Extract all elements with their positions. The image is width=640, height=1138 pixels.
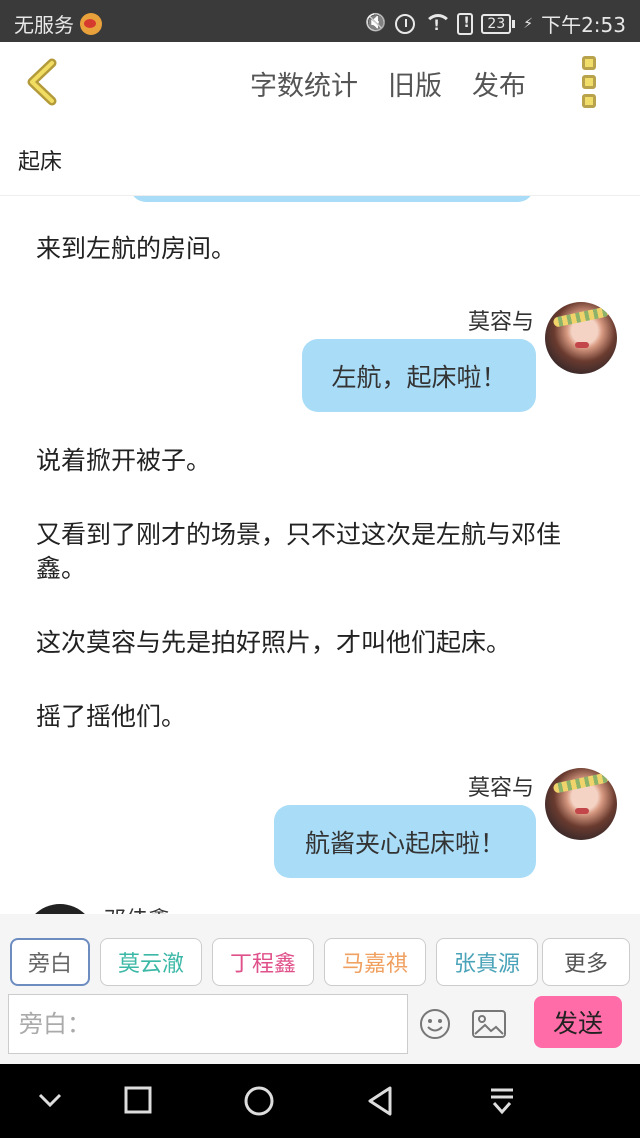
publish-button[interactable]: 发布 xyxy=(472,64,526,103)
back-chevron-icon[interactable] xyxy=(22,57,66,107)
narration-line: 又看到了刚才的场景，只不过这次是左航与邓佳鑫。 xyxy=(36,520,562,583)
image-icon[interactable] xyxy=(472,1010,506,1038)
system-nav-bar xyxy=(0,1064,640,1138)
battery-icon: 23 xyxy=(481,13,516,34)
more-roles-button[interactable]: 更多 xyxy=(542,938,630,986)
avatar[interactable] xyxy=(545,302,617,374)
word-count-button[interactable]: 字数统计 xyxy=(250,64,358,103)
mute-icon xyxy=(365,13,387,35)
speaker-name: 莫容与 xyxy=(468,776,535,801)
weibo-icon xyxy=(80,12,102,35)
battery-level: 23 xyxy=(481,13,512,34)
message-bubble-partial xyxy=(130,196,534,202)
status-bar: 无服务 23 ⚡ 下午2:53 xyxy=(0,0,640,42)
avatar[interactable] xyxy=(545,768,617,840)
sim-alert-icon xyxy=(457,12,474,35)
speaker-name: 邓佳鑫 xyxy=(104,902,170,914)
wifi-icon xyxy=(423,13,453,34)
chapter-title-bar: 起床 xyxy=(0,126,640,196)
narration-line: 说着掀开被子。 xyxy=(36,446,212,475)
role-chip-narrator[interactable]: 旁白 xyxy=(10,938,90,986)
role-chip-label: 丁程鑫 xyxy=(229,952,296,977)
chapter-title[interactable]: 起床 xyxy=(18,144,62,176)
story-content[interactable]: 来到左航的房间。 莫容与 左航，起床啦！ 说着掀开被子。 又看到了刚才的场景，只… xyxy=(0,196,640,914)
role-chip-label: 张真源 xyxy=(453,952,520,977)
home-icon[interactable] xyxy=(244,1086,274,1116)
alarm-icon xyxy=(395,13,416,34)
editor-header: 字数统计 旧版 发布 xyxy=(0,42,640,126)
notification-pull-icon[interactable] xyxy=(488,1086,516,1116)
role-chip-label: 马嘉祺 xyxy=(341,952,408,977)
role-chip-label: 旁白 xyxy=(27,952,72,977)
clock: 下午2:53 xyxy=(541,13,626,37)
message-bubble[interactable]: 左航，起床啦！ xyxy=(302,339,536,412)
role-chip[interactable]: 丁程鑫 xyxy=(212,938,314,986)
message-input[interactable] xyxy=(8,994,408,1054)
old-version-button[interactable]: 旧版 xyxy=(388,64,442,103)
charging-icon: ⚡ xyxy=(523,15,534,32)
more-menu-icon[interactable] xyxy=(578,56,600,108)
avatar[interactable] xyxy=(24,904,96,914)
composer-panel: 旁白 莫云澈 丁程鑫 马嘉祺 张真源 更多 发送 xyxy=(0,914,640,1064)
role-chip[interactable]: 马嘉祺 xyxy=(324,938,426,986)
recents-icon[interactable] xyxy=(124,1086,152,1114)
narration-line: 摇了摇他们。 xyxy=(36,702,187,731)
role-chip-label: 莫云澈 xyxy=(117,952,184,977)
role-chip[interactable]: 莫云澈 xyxy=(100,938,202,986)
narration-line: 这次莫容与先是拍好照片，才叫他们起床。 xyxy=(36,628,512,657)
role-chip[interactable]: 张真源 xyxy=(436,938,538,986)
message-bubble[interactable]: 航酱夹心起床啦！ xyxy=(274,805,536,878)
narration-line: 来到左航的房间。 xyxy=(36,234,237,263)
emoji-icon[interactable] xyxy=(419,1008,451,1040)
role-chip-label: 更多 xyxy=(563,952,608,977)
speaker-name: 莫容与 xyxy=(468,310,535,335)
carrier-label: 无服务 xyxy=(14,13,74,37)
collapse-icon[interactable] xyxy=(36,1086,64,1114)
send-button[interactable]: 发送 xyxy=(534,996,622,1048)
back-icon[interactable] xyxy=(366,1086,394,1116)
